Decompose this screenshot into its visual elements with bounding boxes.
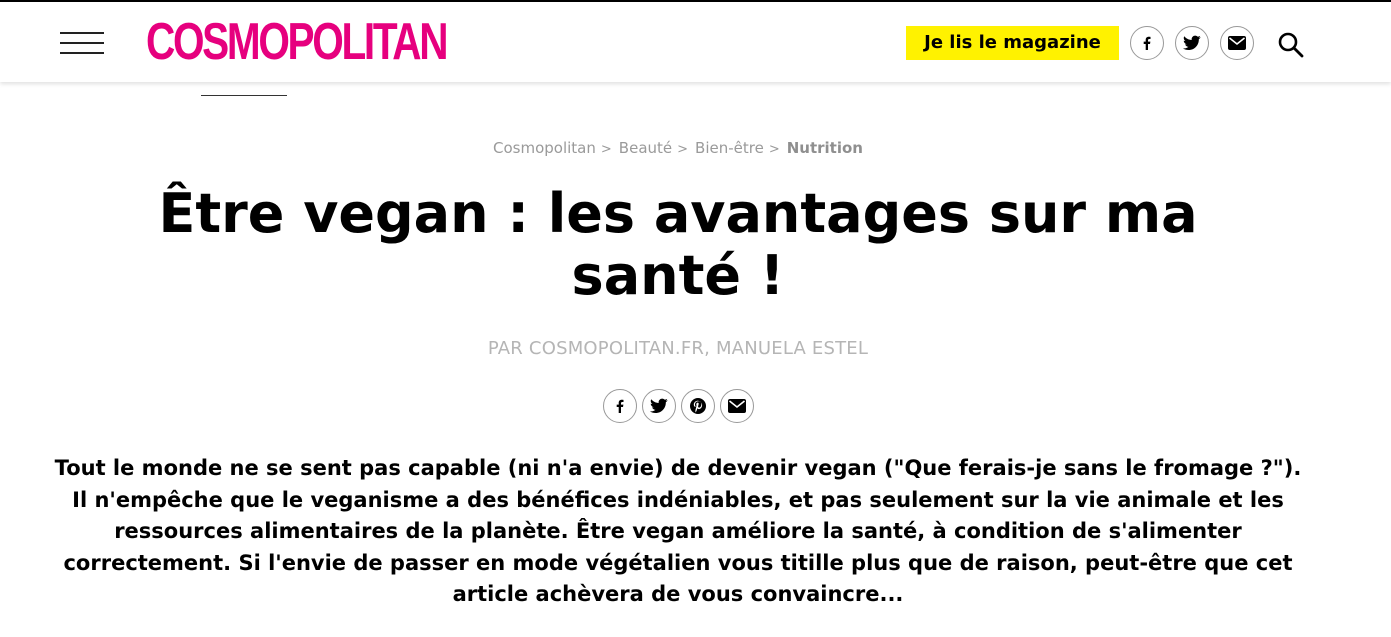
share-pinterest-icon[interactable] [681, 389, 715, 423]
breadcrumb-separator: > [677, 142, 689, 157]
breadcrumb-separator: > [768, 142, 780, 157]
facebook-icon[interactable] [1130, 26, 1164, 60]
breadcrumb: Cosmopolitan > Beauté > Bien-être > Nutrition [0, 139, 1356, 157]
article-byline: PAR COSMOPOLITAN.FR, MANUELA ESTEL [487, 338, 869, 359]
breadcrumb-item-beaute[interactable]: Beauté [619, 139, 672, 157]
site-header: COSMOPOLITAN Je lis le magazine [0, 2, 1391, 82]
mail-icon[interactable] [1220, 26, 1254, 60]
article-lead: Tout le monde ne se sent pas capable (ni… [54, 456, 1302, 606]
breadcrumb-item-bien-etre[interactable]: Bien-être [695, 139, 764, 157]
breadcrumb-item-cosmopolitan[interactable]: Cosmopolitan [493, 139, 596, 157]
share-mail-icon[interactable] [720, 389, 754, 423]
nav-active-indicator [201, 95, 287, 96]
search-icon[interactable] [1277, 31, 1305, 59]
share-twitter-icon[interactable] [642, 389, 676, 423]
breadcrumb-separator: > [600, 142, 612, 157]
article-title: Être vegan : les avantages sur ma santé … [158, 182, 1198, 307]
site-logo[interactable]: COSMOPOLITAN [146, 14, 448, 70]
breadcrumb-current: Nutrition [786, 139, 863, 157]
share-facebook-icon[interactable] [603, 389, 637, 423]
twitter-icon[interactable] [1175, 26, 1209, 60]
read-magazine-button[interactable]: Je lis le magazine [906, 26, 1119, 60]
hamburger-menu-icon[interactable] [60, 30, 104, 56]
